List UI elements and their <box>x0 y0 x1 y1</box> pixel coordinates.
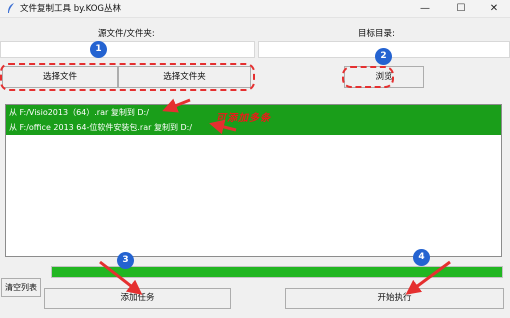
window-title: 文件复制工具 by.KOG丛林 <box>20 4 122 14</box>
title-bar: 文件复制工具 by.KOG丛林 — ☐ ✕ <box>0 0 510 18</box>
select-buttons-highlight <box>0 63 255 91</box>
clear-list-button[interactable]: 清空列表 <box>1 278 41 297</box>
progress-fill <box>52 267 502 277</box>
target-label: 目标目录: <box>358 29 395 39</box>
step-badge-4: 4 <box>413 249 430 266</box>
close-button[interactable]: ✕ <box>477 0 510 17</box>
maximize-button[interactable]: ☐ <box>444 0 478 17</box>
step-badge-3: 3 <box>117 252 134 269</box>
step-badge-1: 1 <box>90 41 107 58</box>
step-badge-2: 2 <box>375 48 392 65</box>
browse-highlight <box>342 66 394 88</box>
task-list[interactable]: 从 F:/Visio2013（64）.rar 复制到 D:/ 从 F:/offi… <box>5 104 502 257</box>
annotation-note: 可添加多条 <box>216 113 271 124</box>
app-feather-icon <box>8 3 14 13</box>
progress-bar <box>51 266 503 278</box>
start-execute-button[interactable]: 开始执行 <box>285 288 504 309</box>
source-path-field[interactable] <box>0 41 255 58</box>
minimize-button[interactable]: — <box>408 0 442 17</box>
add-task-button[interactable]: 添加任务 <box>44 288 231 309</box>
source-label: 源文件/文件夹: <box>98 29 155 39</box>
